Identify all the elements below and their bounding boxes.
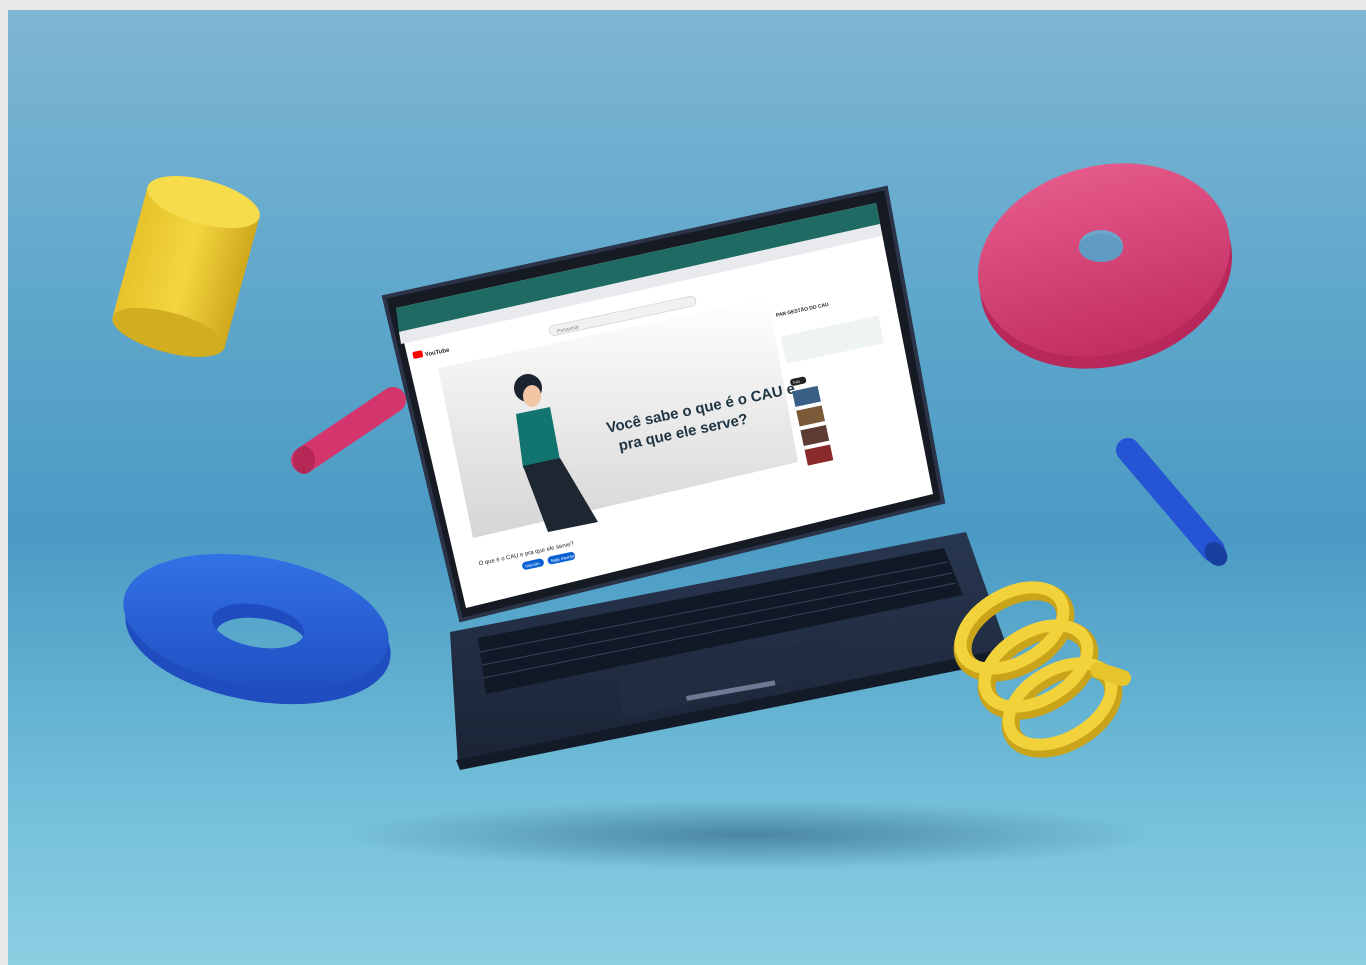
scene: Você sabe o que é o CAU e pra que ele se… (8, 10, 1366, 965)
scene-illustration: Você sabe o que é o CAU e pra que ele se… (112, 163, 1233, 770)
yellow-cylinder (112, 176, 260, 357)
laptop: Você sabe o que é o CAU e pra que ele se… (381, 185, 1010, 770)
pink-disc (977, 163, 1233, 369)
blue-ring (123, 553, 391, 705)
pink-rod (291, 387, 406, 474)
blue-rod (1116, 438, 1228, 566)
